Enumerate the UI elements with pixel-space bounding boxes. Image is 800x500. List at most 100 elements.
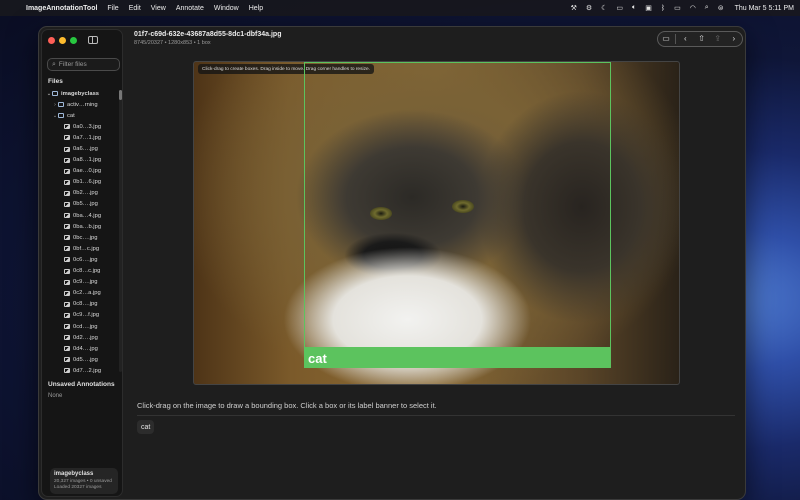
tree-item-label: 0ba…b.jpg xyxy=(73,224,101,230)
image-file-icon xyxy=(64,324,70,329)
bounding-box[interactable] xyxy=(304,62,611,348)
folder-row[interactable]: ⌄cat xyxy=(42,110,120,121)
image-file-icon xyxy=(64,235,70,240)
open-folder-icon[interactable]: ▭ xyxy=(659,32,673,46)
sidebar-toggle-icon[interactable] xyxy=(88,36,98,44)
image-canvas[interactable]: Click-drag to create boxes. Drag inside … xyxy=(193,61,680,385)
bluetooth-icon[interactable]: ᛒ xyxy=(661,5,665,12)
menu-help[interactable]: Help xyxy=(249,5,263,12)
image-file-icon xyxy=(64,158,70,163)
unsaved-annotations-value: None xyxy=(48,393,62,399)
file-row[interactable]: 0bc….jpg xyxy=(42,232,120,243)
file-row[interactable]: 0bf…c.jpg xyxy=(42,243,120,254)
file-tree-scrollbar[interactable] xyxy=(119,90,122,372)
tools-icon[interactable]: ⚒ xyxy=(571,4,577,12)
file-row[interactable]: 0a6….jpg xyxy=(42,143,120,154)
image-file-icon xyxy=(64,246,70,251)
save-icon[interactable]: ⇪ xyxy=(711,32,725,46)
volume-icon[interactable]: 🔈︎ xyxy=(632,4,636,12)
file-row[interactable]: 0d2….jpg xyxy=(42,332,120,343)
file-row[interactable]: 0a0…3.jpg xyxy=(42,121,120,132)
tree-item-label: 0b2….jpg xyxy=(73,190,98,196)
focus-moon-icon[interactable]: ☾ xyxy=(601,4,607,12)
class-chip[interactable]: cat xyxy=(137,420,154,434)
minimize-window-button[interactable] xyxy=(59,37,66,44)
tree-item-label: 0ba…4.jpg xyxy=(73,213,101,219)
filter-files-input[interactable]: ⌕ Filter files xyxy=(47,58,120,71)
image-file-icon xyxy=(64,313,70,318)
tree-item-label: 0d7…2.jpg xyxy=(73,368,101,374)
file-row[interactable]: 0a7…1.jpg xyxy=(42,132,120,143)
tree-item-label: 0a6….jpg xyxy=(73,146,98,152)
previous-icon[interactable]: ‹ xyxy=(678,32,692,46)
sidebar: ⌕ Filter files Files ⌄imagebyclass›activ… xyxy=(41,29,123,497)
file-row[interactable]: 0c9…f.jpg xyxy=(42,310,120,321)
toolbar-divider xyxy=(675,34,676,44)
app-menu[interactable]: ImageAnnotationTool xyxy=(26,5,97,12)
control-center-icon[interactable]: ⊜ xyxy=(718,4,724,12)
tree-item-label: 0c2…a.jpg xyxy=(73,290,101,296)
menu-view[interactable]: View xyxy=(151,5,166,12)
menu-edit[interactable]: Edit xyxy=(129,5,141,12)
dataset-load-status: Loaded 20327 images xyxy=(54,485,114,490)
tree-item-label: 0a8…1.jpg xyxy=(73,157,101,163)
image-file-icon xyxy=(64,124,70,129)
folder-icon xyxy=(58,113,64,118)
menu-window[interactable]: Window xyxy=(214,5,239,12)
bounding-box-label[interactable]: cat xyxy=(304,348,611,368)
file-row[interactable]: 0c2…a.jpg xyxy=(42,288,120,299)
file-row[interactable]: 0c9….jpg xyxy=(42,277,120,288)
file-row[interactable]: 0c6….jpg xyxy=(42,254,120,265)
menu-annotate[interactable]: Annotate xyxy=(176,5,204,12)
file-row[interactable]: 0ba…4.jpg xyxy=(42,210,120,221)
image-file-icon xyxy=(64,257,70,262)
file-row[interactable]: 0b5….jpg xyxy=(42,199,120,210)
image-file-icon xyxy=(64,135,70,140)
image-file-icon xyxy=(64,302,70,307)
menu-file[interactable]: File xyxy=(107,5,118,12)
file-meta: 8745/20327 • 1280x853 • 1 box xyxy=(134,40,211,46)
file-row[interactable]: 0a8…1.jpg xyxy=(42,155,120,166)
screen-icon[interactable]: ▣ xyxy=(645,4,652,12)
scrollbar-thumb[interactable] xyxy=(119,90,122,100)
search-icon: ⌕ xyxy=(52,61,56,69)
menu-bar: ImageAnnotationTool File Edit View Annot… xyxy=(0,0,800,16)
image-file-icon xyxy=(64,335,70,340)
file-row[interactable]: 0b1…6.jpg xyxy=(42,177,120,188)
display-icon[interactable]: ▭ xyxy=(616,4,623,12)
file-tree: ⌄imagebyclass›activ…rning⌄cat 0a0…3.jpg 0a… xyxy=(42,88,120,374)
app-window: ⌕ Filter files Files ⌄imagebyclass›activ… xyxy=(38,26,746,500)
image-file-icon xyxy=(64,291,70,296)
zoom-window-button[interactable] xyxy=(70,37,77,44)
file-row[interactable]: 0c8….jpg xyxy=(42,299,120,310)
file-row[interactable]: 0cd….jpg xyxy=(42,321,120,332)
next-icon[interactable]: › xyxy=(727,32,741,46)
tree-item-label: 0cd….jpg xyxy=(73,324,98,330)
dataset-counts: 20,327 images • 0 unsaved xyxy=(54,479,114,484)
file-row[interactable]: 0d5….jpg xyxy=(42,354,120,365)
image-file-icon xyxy=(64,213,70,218)
folder-row[interactable]: ›activ…rning xyxy=(42,99,120,110)
image-file-icon xyxy=(64,147,70,152)
tree-item-label: 0c6….jpg xyxy=(73,257,98,263)
export-icon[interactable]: ⇧ xyxy=(695,32,709,46)
wifi-icon[interactable]: ◠ xyxy=(690,4,696,12)
file-row[interactable]: 0d4….jpg xyxy=(42,343,120,354)
file-row[interactable]: 0ae…0.jpg xyxy=(42,166,120,177)
file-row[interactable]: 0ba…b.jpg xyxy=(42,221,120,232)
file-row[interactable]: 0c8…c.jpg xyxy=(42,266,120,277)
menu-clock[interactable]: Thu Mar 5 5:11 PM xyxy=(735,5,794,12)
file-row[interactable]: 0b2….jpg xyxy=(42,188,120,199)
image-file-icon xyxy=(64,280,70,285)
settings-icon[interactable]: ⚙ xyxy=(586,4,592,12)
tree-item-label: imagebyclass xyxy=(61,91,99,97)
spotlight-search-icon[interactable]: ⌕ xyxy=(705,4,709,12)
status-area: ⚒ ⚙ ☾ ▭ 🔈︎ ▣ ᛒ ▭ ◠ ⌕ ⊜ Thu Mar 5 5:11 PM xyxy=(571,0,794,16)
tree-item-label: 0a0…3.jpg xyxy=(73,124,101,130)
file-row[interactable]: 0d7…2.jpg xyxy=(42,365,120,374)
image-file-icon xyxy=(64,191,70,196)
battery-icon[interactable]: ▭ xyxy=(674,4,681,12)
image-file-icon xyxy=(64,368,70,373)
close-window-button[interactable] xyxy=(48,37,55,44)
folder-row[interactable]: ⌄imagebyclass xyxy=(42,88,120,99)
